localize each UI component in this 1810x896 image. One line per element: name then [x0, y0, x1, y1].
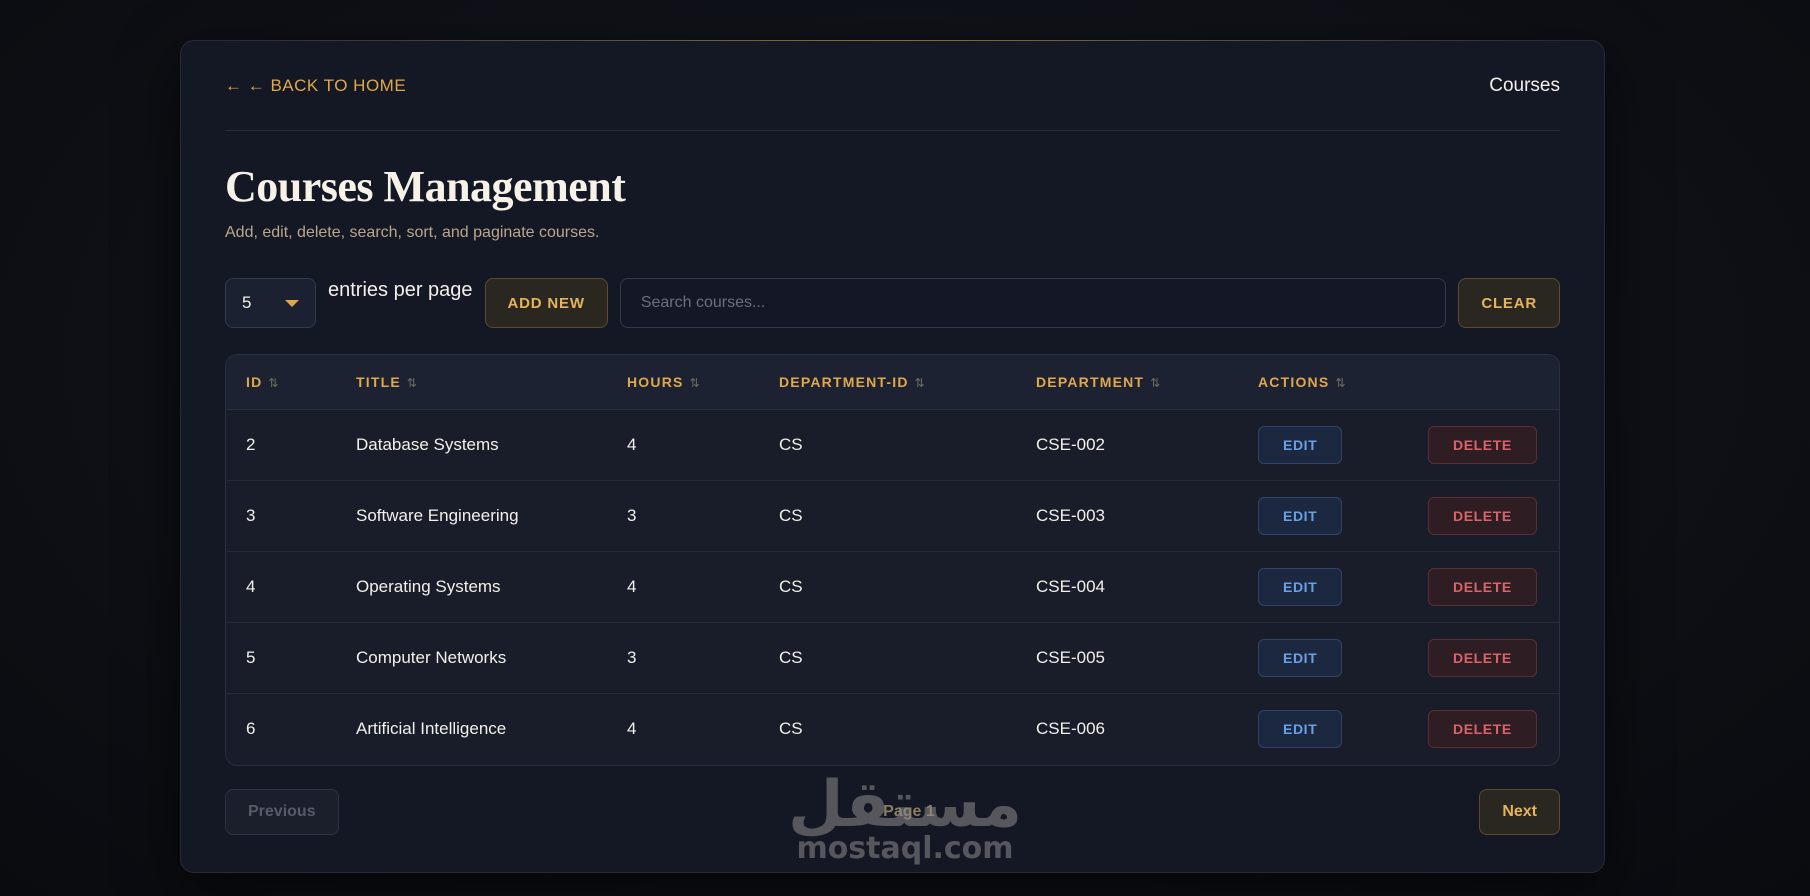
edit-button[interactable]: EDIT	[1258, 709, 1343, 748]
clear-button[interactable]: CLEAR	[1458, 278, 1560, 328]
edit-button[interactable]: EDIT	[1258, 638, 1343, 677]
column-label: DEPARTMENT	[1036, 373, 1145, 390]
cell-edit: EDIT	[1238, 693, 1408, 764]
search-input[interactable]	[619, 278, 1447, 328]
cell-hours: 4	[627, 576, 637, 596]
cell-department: CSE-006	[1036, 718, 1105, 738]
column-label: ID	[246, 373, 263, 390]
add-new-button[interactable]: ADD NEW	[484, 278, 608, 328]
edit-button[interactable]: EDIT	[1258, 496, 1343, 535]
cell-title: Artificial Intelligence	[356, 718, 507, 738]
column-header-spacer	[1408, 355, 1559, 410]
column-label: ACTIONS	[1258, 373, 1330, 390]
cell-edit: EDIT	[1238, 409, 1408, 480]
nav-title: Courses	[1489, 74, 1560, 96]
delete-button[interactable]: DELETE	[1428, 638, 1537, 677]
cell-delete: DELETE	[1408, 480, 1559, 551]
delete-button[interactable]: DELETE	[1428, 567, 1537, 606]
sort-icon: ⇅	[1150, 375, 1162, 390]
cell-department-id: CS	[779, 718, 803, 738]
edit-button[interactable]: EDIT	[1258, 567, 1343, 606]
cell-department-id: CS	[779, 505, 803, 525]
cell-title: Database Systems	[356, 434, 499, 454]
sort-icon: ⇅	[689, 375, 701, 390]
page-title: Courses Management	[225, 162, 626, 211]
cell-edit: EDIT	[1238, 480, 1408, 551]
delete-button[interactable]: DELETE	[1428, 709, 1537, 748]
cell-department: CSE-005	[1036, 647, 1105, 667]
page-subtitle: Add, edit, delete, search, sort, and pag…	[225, 224, 600, 241]
column-header-department-id[interactable]: DEPARTMENT-ID ⇅	[759, 355, 1016, 410]
courses-card: ← ← BACK TO HOME Courses Courses Managem…	[180, 40, 1605, 873]
column-label: DEPARTMENT-ID	[779, 373, 909, 390]
cell-hours: 4	[627, 718, 637, 738]
column-label: TITLE	[356, 373, 401, 390]
cell-hours: 4	[627, 434, 637, 454]
cell-edit: EDIT	[1238, 551, 1408, 622]
table-row: 2 Database Systems 4 CS CSE-002 EDIT DEL…	[226, 409, 1559, 480]
column-header-department[interactable]: DEPARTMENT ⇅	[1016, 355, 1238, 410]
cell-id: 3	[246, 505, 256, 525]
cell-hours: 3	[627, 505, 637, 525]
cell-delete: DELETE	[1408, 551, 1559, 622]
cell-delete: DELETE	[1408, 409, 1559, 480]
table-row: 4 Operating Systems 4 CS CSE-004 EDIT DE…	[226, 551, 1559, 622]
column-header-hours[interactable]: HOURS ⇅	[607, 355, 759, 410]
pagination: Previous Page 1 Next	[225, 789, 1560, 835]
sort-icon: ⇅	[914, 375, 926, 390]
cell-id: 4	[246, 576, 256, 596]
delete-button[interactable]: DELETE	[1428, 425, 1537, 464]
column-header-title[interactable]: TITLE ⇅	[336, 355, 607, 410]
delete-button[interactable]: DELETE	[1428, 496, 1537, 535]
next-button[interactable]: Next	[1479, 789, 1560, 835]
cell-edit: EDIT	[1238, 622, 1408, 693]
column-label: HOURS	[627, 373, 684, 390]
entries-per-page-select[interactable]: 5	[225, 278, 316, 328]
sort-icon: ⇅	[1335, 375, 1347, 390]
cell-department: CSE-002	[1036, 434, 1105, 454]
column-header-actions[interactable]: ACTIONS ⇅	[1238, 355, 1408, 410]
cell-department-id: CS	[779, 576, 803, 596]
page-indicator: Page 1	[883, 803, 935, 820]
cell-id: 6	[246, 718, 256, 738]
sort-icon: ⇅	[268, 375, 280, 390]
table-row: 3 Software Engineering 3 CS CSE-003 EDIT…	[226, 480, 1559, 551]
cell-title: Software Engineering	[356, 505, 519, 525]
cell-title: Operating Systems	[356, 576, 501, 596]
cell-id: 5	[246, 647, 256, 667]
cell-department-id: CS	[779, 647, 803, 667]
entries-per-page-label: entries per page	[328, 279, 473, 301]
cell-department: CSE-003	[1036, 505, 1105, 525]
back-to-home-link[interactable]: ← ← BACK TO HOME	[225, 76, 406, 96]
table-controls: 5 entries per page ADD NEW CLEAR	[225, 278, 1560, 330]
cell-delete: DELETE	[1408, 622, 1559, 693]
cell-delete: DELETE	[1408, 693, 1559, 764]
column-header-id[interactable]: ID ⇅	[226, 355, 336, 410]
entries-value: 5	[242, 293, 252, 312]
top-bar: ← ← BACK TO HOME Courses	[225, 41, 1560, 131]
chevron-down-icon	[285, 299, 299, 307]
previous-button[interactable]: Previous	[225, 789, 339, 835]
table-header-row: ID ⇅ TITLE ⇅ HOURS ⇅ DEPARTMENT-ID ⇅ DEPARTM…	[226, 355, 1559, 410]
table-row: 6 Artificial Intelligence 4 CS CSE-006 E…	[226, 693, 1559, 764]
cell-title: Computer Networks	[356, 647, 507, 667]
table-row: 5 Computer Networks 3 CS CSE-005 EDIT DE…	[226, 622, 1559, 693]
sort-icon: ⇅	[406, 375, 419, 390]
courses-table: ID ⇅ TITLE ⇅ HOURS ⇅ DEPARTMENT-ID ⇅ DEPARTM…	[225, 354, 1560, 766]
edit-button[interactable]: EDIT	[1258, 425, 1343, 464]
cell-hours: 3	[627, 647, 637, 667]
cell-department-id: CS	[779, 434, 803, 454]
cell-department: CSE-004	[1036, 576, 1105, 596]
cell-id: 2	[246, 434, 256, 454]
